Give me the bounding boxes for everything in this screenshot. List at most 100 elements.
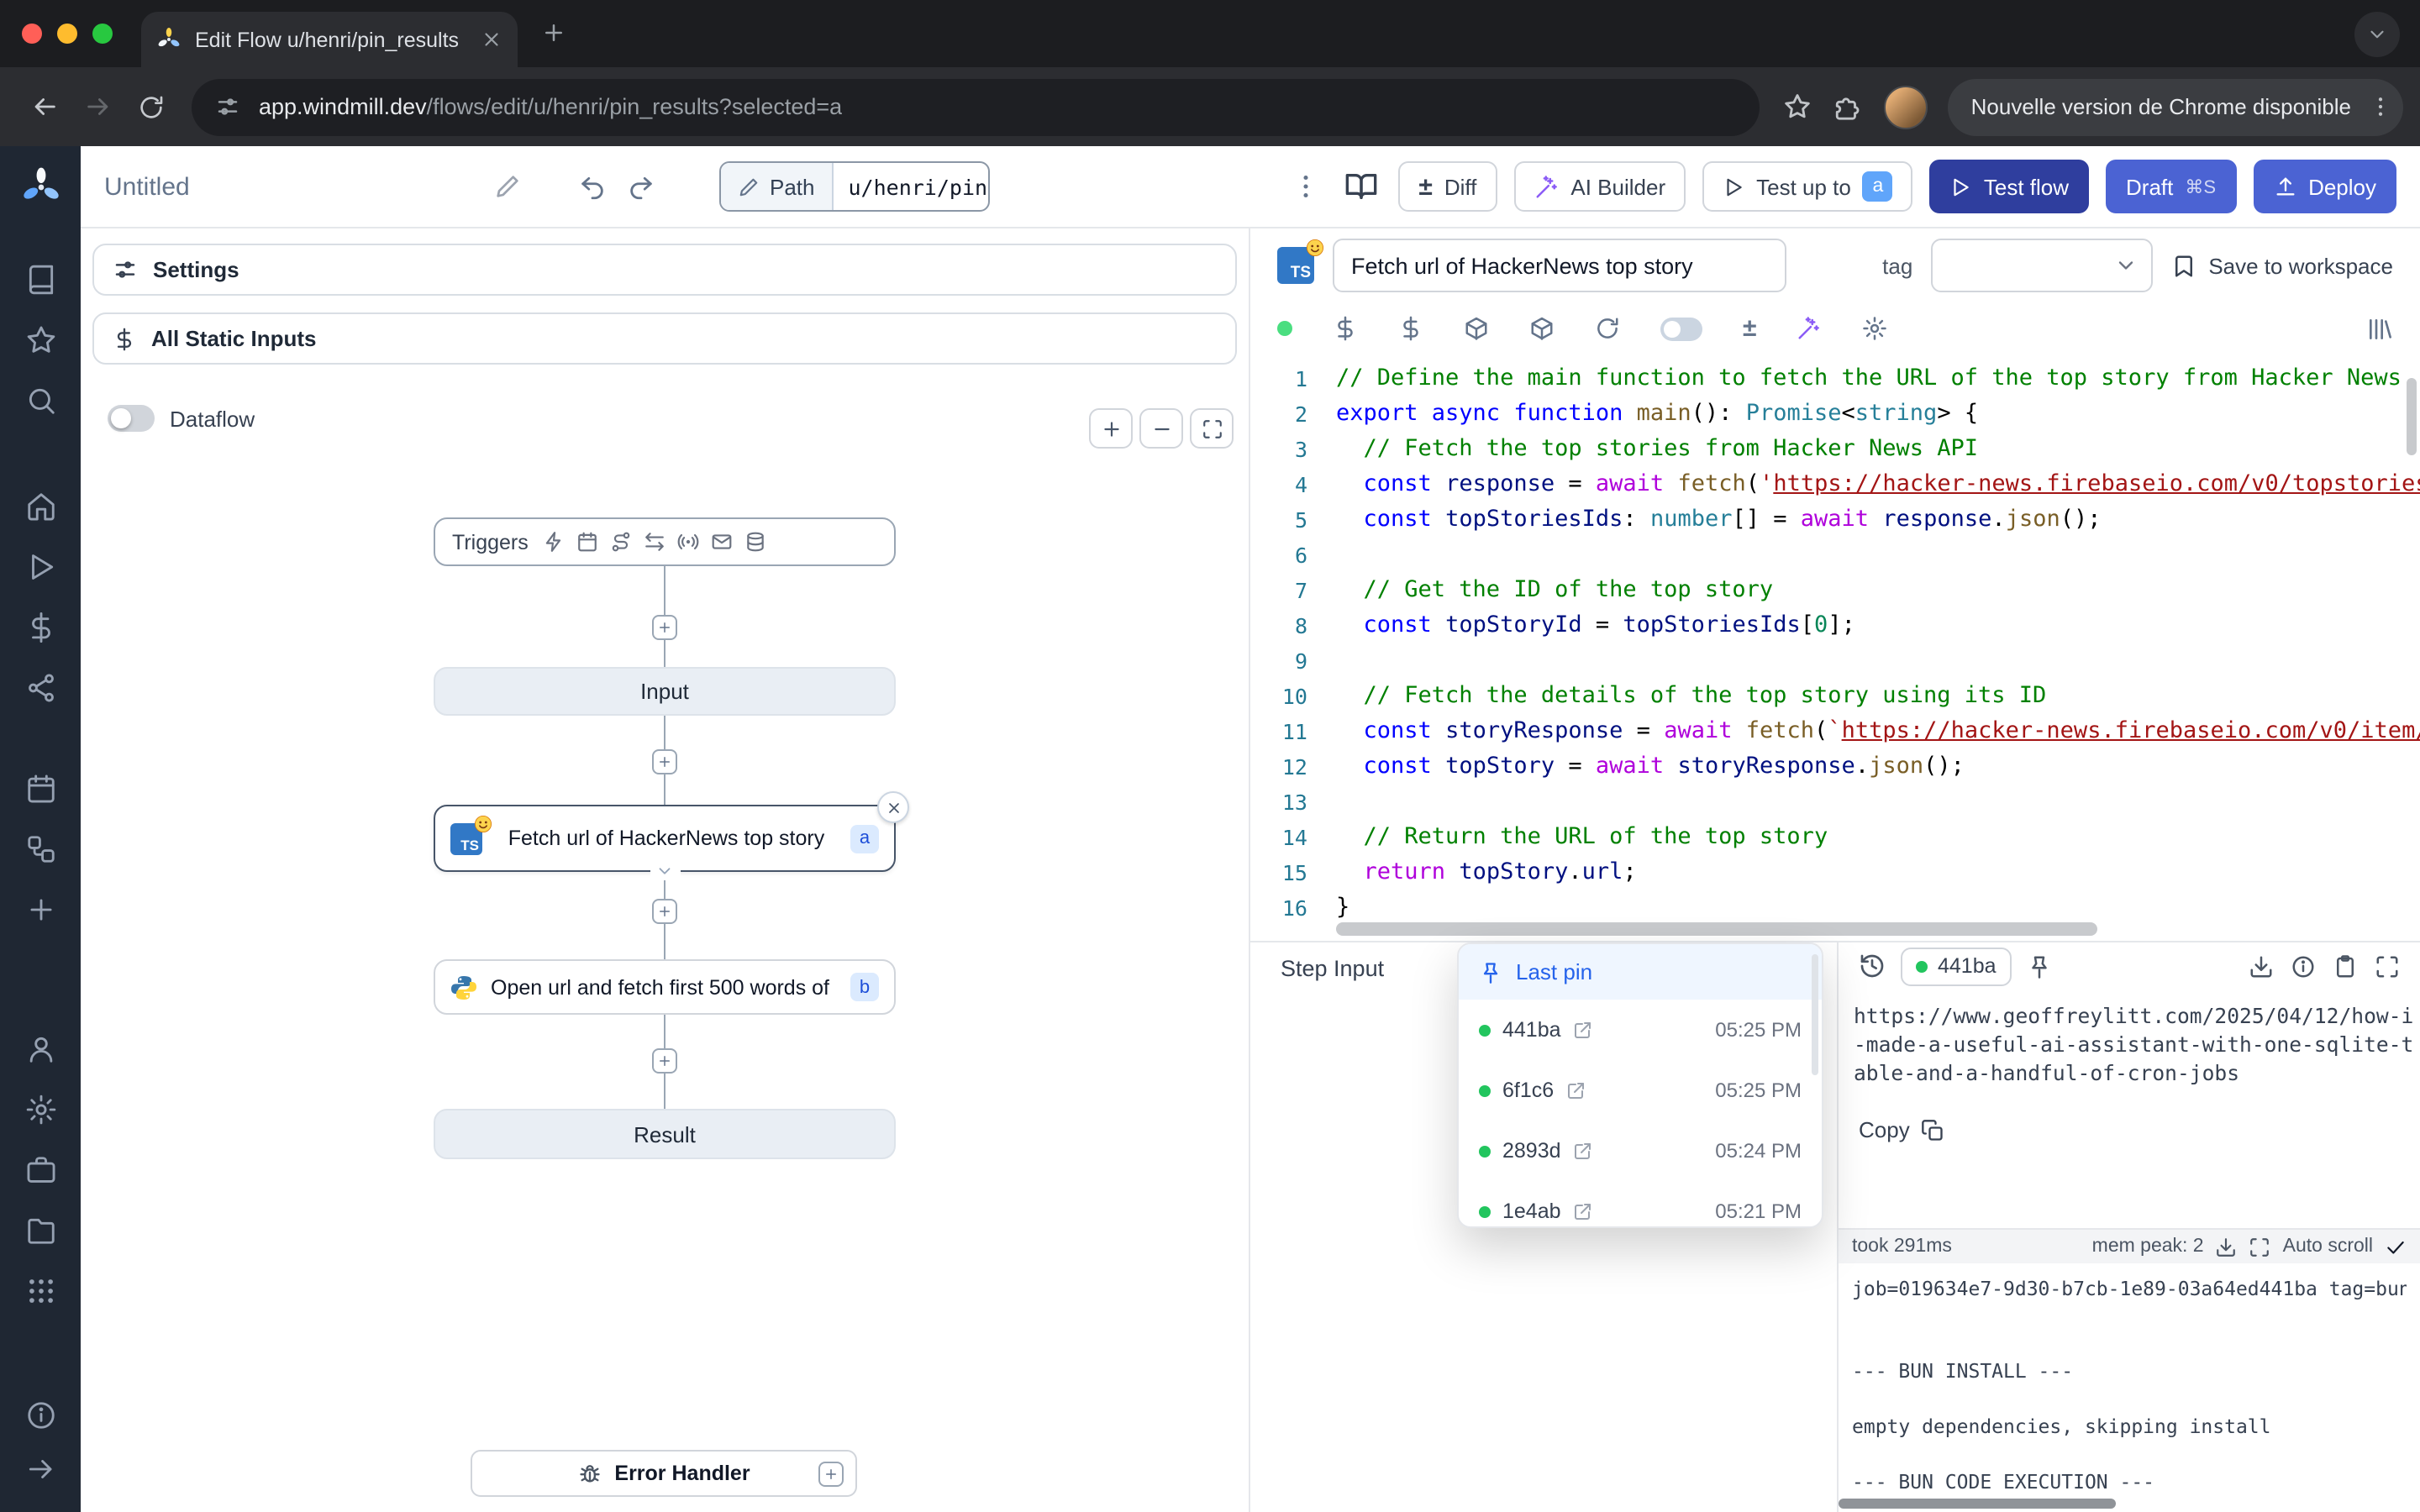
step-b-node[interactable]: Open url and fetch first 500 words of ..… — [434, 959, 896, 1015]
collapse-step-icon[interactable] — [650, 862, 680, 880]
undo-icon[interactable] — [575, 169, 610, 204]
input-node[interactable]: Input — [434, 667, 896, 716]
sidebar-share-icon[interactable] — [24, 672, 56, 704]
library-icon[interactable] — [2366, 315, 2393, 342]
result-node[interactable]: Result — [434, 1109, 896, 1159]
info-icon[interactable] — [2291, 953, 2316, 979]
dataflow-toggle[interactable] — [108, 405, 155, 432]
sidebar-workflow-icon[interactable] — [24, 832, 56, 864]
trigger-database-icon[interactable] — [745, 531, 767, 553]
result-url[interactable]: https://www.geoffreylitt.com/2025/04/12/… — [1854, 1003, 2420, 1089]
zoom-out-button[interactable] — [1139, 408, 1183, 449]
tag-select[interactable] — [1931, 239, 2153, 292]
expand-icon[interactable] — [2375, 953, 2400, 979]
docs-book-icon[interactable] — [1341, 166, 1381, 207]
redo-icon[interactable] — [623, 169, 659, 204]
trigger-swap-icon[interactable] — [644, 531, 666, 553]
diff-icon[interactable]: ± — [1743, 316, 1756, 341]
sidebar-search-icon[interactable] — [24, 384, 56, 416]
sidebar-home-icon[interactable] — [24, 491, 56, 522]
package-icon[interactable] — [1464, 316, 1489, 341]
log-scrollbar[interactable] — [1839, 1499, 2116, 1509]
deploy-button[interactable]: Deploy — [2253, 160, 2396, 213]
sidebar-calendar-icon[interactable] — [24, 772, 56, 804]
pin-item[interactable]: 6f1c6 05:25 PM — [1459, 1060, 1822, 1121]
diff-button[interactable]: ±Diff — [1398, 161, 1497, 212]
download-icon[interactable] — [2249, 953, 2274, 979]
reset-code-icon[interactable] — [1595, 316, 1620, 341]
pin-item[interactable]: 1e4ab 05:21 PM — [1459, 1181, 1822, 1228]
save-to-workspace-button[interactable]: Save to workspace — [2171, 253, 2393, 278]
step-summary-input[interactable] — [1333, 239, 1786, 292]
fullscreen-window-button[interactable] — [92, 24, 113, 44]
menu-scrollbar[interactable] — [1812, 954, 1818, 1075]
minimize-window-button[interactable] — [57, 24, 77, 44]
zoom-in-button[interactable] — [1089, 408, 1133, 449]
site-settings-icon[interactable] — [215, 94, 240, 119]
path-control[interactable]: Path u/henri/pin — [719, 161, 990, 212]
flow-title[interactable]: Untitled — [104, 172, 477, 201]
fit-view-button[interactable] — [1190, 408, 1234, 449]
trigger-zap-icon[interactable] — [544, 531, 566, 553]
triggers-node[interactable]: Triggers — [434, 517, 896, 566]
sidebar-gear-icon[interactable] — [24, 1094, 56, 1126]
last-pin-item[interactable]: Last pin — [1459, 944, 1822, 1000]
chrome-update-button[interactable]: Nouvelle version de Chrome disponible — [1948, 78, 2403, 135]
test-up-to-button[interactable]: Test up toa — [1702, 161, 1913, 212]
sidebar-star-icon[interactable] — [24, 323, 56, 355]
edit-title-pencil-icon[interactable] — [491, 170, 524, 203]
bookmark-star-icon[interactable] — [1773, 81, 1823, 132]
back-icon[interactable] — [17, 80, 71, 134]
browser-tab[interactable]: Edit Flow u/henri/pin_results — [141, 12, 518, 67]
sidebar-grid-icon[interactable] — [24, 1275, 56, 1307]
sidebar-book-icon[interactable] — [24, 263, 56, 295]
error-handler-node[interactable]: Error Handler — [471, 1450, 857, 1497]
script-settings-icon[interactable] — [1862, 316, 1887, 341]
expand-logs-icon[interactable] — [2249, 1236, 2271, 1257]
tab-step-input[interactable]: Step Input — [1281, 956, 1384, 981]
trigger-route-icon[interactable] — [611, 531, 633, 553]
dependencies-icon[interactable] — [1529, 316, 1555, 341]
open-run-icon[interactable] — [1573, 1020, 1593, 1040]
more-options-icon[interactable] — [1287, 168, 1324, 205]
horizontal-scrollbar[interactable] — [1336, 922, 2097, 936]
open-run-icon[interactable] — [1573, 1141, 1593, 1161]
sidebar-dollar-icon[interactable] — [24, 612, 56, 643]
history-icon[interactable] — [1859, 953, 1886, 979]
flow-settings-button[interactable]: Settings — [92, 244, 1237, 296]
auto-scroll-checkbox[interactable] — [2385, 1236, 2407, 1257]
sidebar-plus-icon[interactable] — [24, 893, 56, 925]
code-editor[interactable]: 1// Define the main function to fetch th… — [1250, 354, 2420, 941]
all-static-inputs-button[interactable]: All Static Inputs — [92, 312, 1237, 365]
test-flow-button[interactable]: Test flow — [1930, 160, 2089, 213]
clipboard-icon[interactable] — [2333, 953, 2358, 979]
pin-item[interactable]: 441ba 05:25 PM — [1459, 1000, 1822, 1060]
add-step-button[interactable] — [652, 899, 677, 924]
tab-search-button[interactable] — [2354, 12, 2400, 57]
add-step-button[interactable] — [652, 615, 677, 640]
ai-builder-button[interactable]: AI Builder — [1513, 161, 1686, 212]
forward-icon[interactable] — [71, 80, 124, 134]
add-variable-icon[interactable] — [1333, 316, 1358, 341]
extensions-icon[interactable] — [1823, 81, 1874, 132]
sidebar-arrow-right-icon[interactable] — [24, 1452, 56, 1484]
download-logs-icon[interactable] — [2216, 1236, 2238, 1257]
windmill-logo-icon[interactable] — [19, 166, 61, 208]
add-resource-icon[interactable] — [1398, 316, 1423, 341]
address-bar[interactable]: app.windmill.dev/flows/edit/u/henri/pin_… — [192, 78, 1760, 135]
pin-icon[interactable] — [2027, 953, 2052, 979]
open-run-icon[interactable] — [1565, 1080, 1586, 1100]
sidebar-briefcase-icon[interactable] — [24, 1154, 56, 1186]
editor-mode-toggle[interactable] — [1660, 317, 1702, 340]
add-step-button[interactable] — [652, 749, 677, 774]
ai-gen-icon[interactable] — [1797, 316, 1822, 341]
step-a-node[interactable]: TS Fetch url of HackerNews top story a — [434, 805, 896, 872]
trigger-mail-icon[interactable] — [712, 531, 734, 553]
new-tab-button[interactable] — [541, 20, 566, 45]
close-window-button[interactable] — [22, 24, 42, 44]
sidebar-folder-icon[interactable] — [24, 1215, 56, 1247]
vertical-scrollbar[interactable] — [2407, 378, 2417, 455]
tab-close-icon[interactable] — [481, 29, 502, 50]
profile-avatar[interactable] — [1884, 85, 1928, 129]
path-value[interactable]: u/henri/pin — [834, 163, 988, 210]
